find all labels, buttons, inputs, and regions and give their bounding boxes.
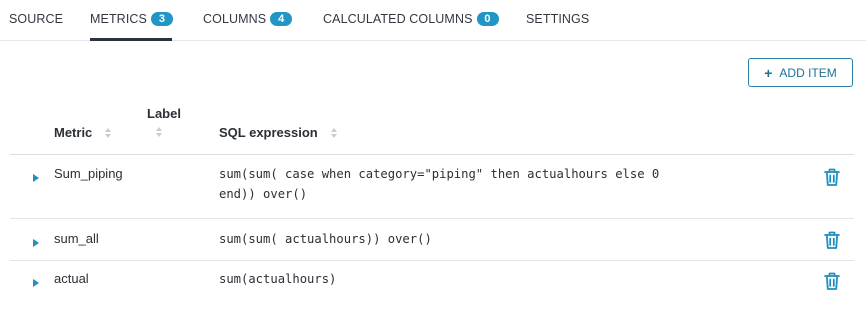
tab-label: SOURCE: [9, 12, 64, 26]
metric-name: Sum_piping: [54, 166, 123, 181]
header-divider: [10, 154, 854, 155]
tab-source[interactable]: SOURCE: [9, 11, 63, 27]
expand-row-icon[interactable]: [33, 234, 39, 247]
tab-label: COLUMNS: [203, 12, 267, 26]
sort-icon[interactable]: [330, 127, 338, 139]
add-item-button[interactable]: + ADD ITEM: [748, 58, 853, 87]
tab-bar: SOURCE METRICS 3 COLUMNS 4 CALCULATED CO…: [0, 0, 866, 41]
sort-icon[interactable]: [155, 126, 163, 138]
plus-icon: +: [764, 64, 773, 81]
count-badge: 0: [476, 12, 499, 26]
tab-label: METRICS: [90, 12, 147, 26]
trash-icon[interactable]: [823, 167, 841, 187]
count-badge: 4: [270, 12, 293, 26]
sort-icon[interactable]: [104, 127, 112, 139]
add-item-label: ADD ITEM: [779, 65, 837, 80]
row-divider: [10, 218, 854, 219]
row-divider: [10, 260, 854, 261]
count-badge: 3: [150, 12, 173, 26]
active-tab-indicator: [90, 38, 172, 41]
column-header-sql-expression[interactable]: SQL expression: [219, 125, 318, 140]
tab-label: CALCULATED COLUMNS: [323, 12, 473, 26]
sql-expression-line: sum(sum( case when category="piping" the…: [219, 167, 660, 181]
tab-calculated-columns[interactable]: CALCULATED COLUMNS 0: [323, 11, 499, 27]
sql-expression-line: sum(sum( actualhours)) over(): [219, 232, 432, 246]
tab-columns[interactable]: COLUMNS 4: [203, 11, 293, 27]
sql-expression-line: sum(actualhours): [219, 272, 337, 286]
expand-row-icon[interactable]: [33, 169, 39, 182]
column-header-metric[interactable]: Metric: [54, 125, 92, 140]
expand-row-icon[interactable]: [33, 274, 39, 287]
tab-label: SETTINGS: [526, 12, 590, 26]
column-header-label[interactable]: Label: [147, 106, 181, 121]
trash-icon[interactable]: [823, 271, 841, 291]
metric-name: actual: [54, 271, 89, 286]
sql-expression-line: end)) over(): [219, 187, 308, 201]
metric-name: sum_all: [54, 231, 99, 246]
tab-settings[interactable]: SETTINGS: [526, 11, 589, 27]
tab-metrics[interactable]: METRICS 3: [90, 11, 173, 27]
trash-icon[interactable]: [823, 230, 841, 250]
